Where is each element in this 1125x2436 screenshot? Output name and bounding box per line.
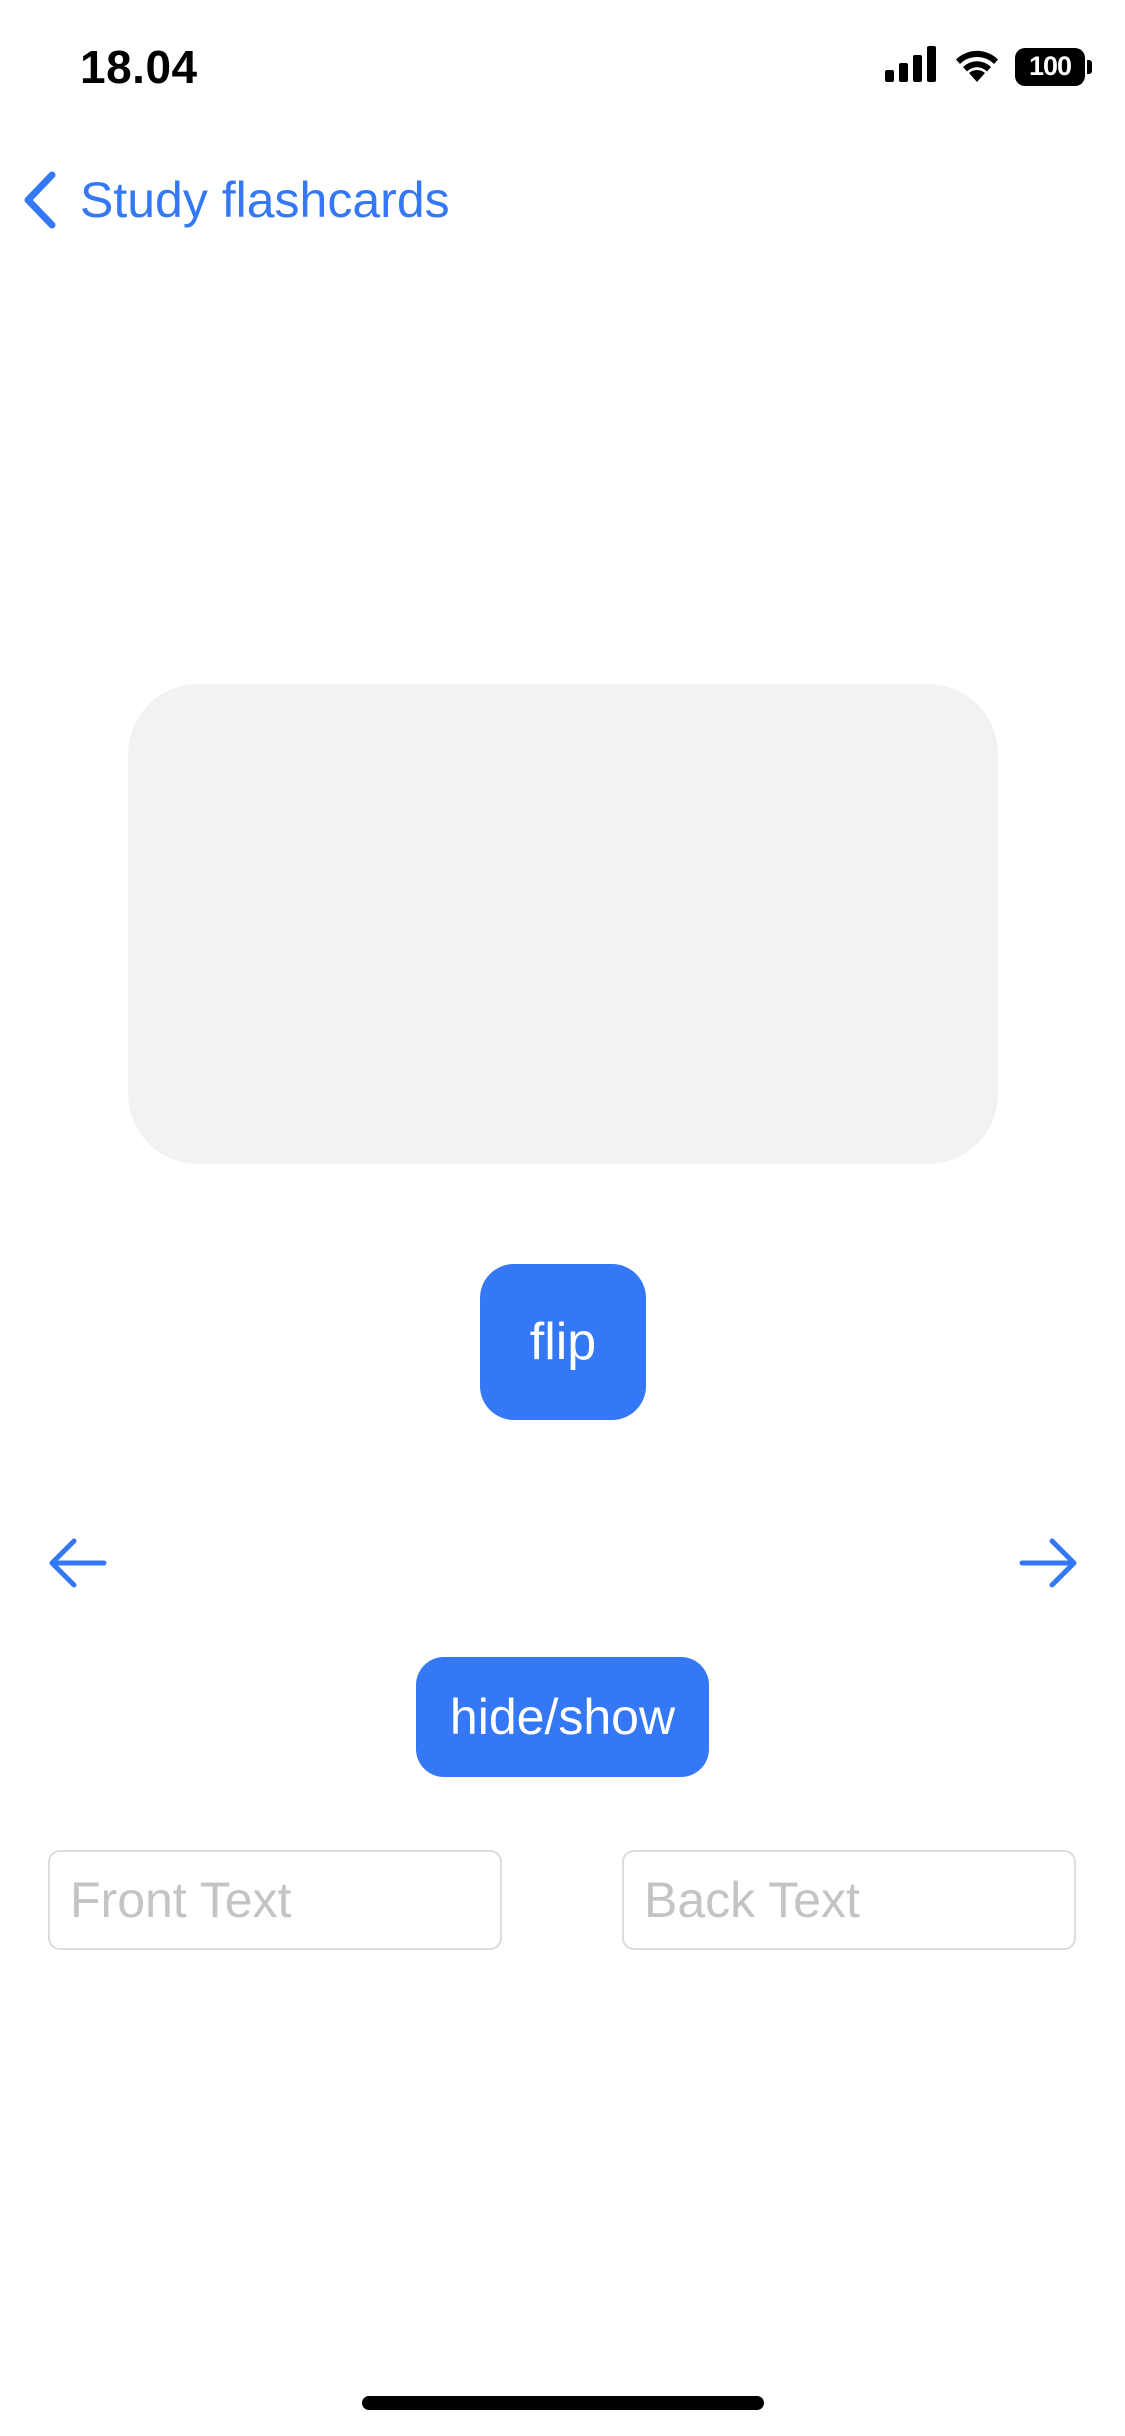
status-bar: 18.04 100 <box>0 0 1125 140</box>
battery-icon: 100 <box>1015 47 1092 86</box>
front-text-input[interactable] <box>48 1850 502 1950</box>
home-indicator[interactable] <box>362 2396 764 2410</box>
wifi-icon <box>953 46 1001 87</box>
signal-icon <box>885 46 939 87</box>
status-icons: 100 <box>885 46 1092 87</box>
back-text-input[interactable] <box>622 1850 1076 1950</box>
arrow-left-icon <box>48 1538 108 1595</box>
status-time: 18.04 <box>80 41 198 93</box>
back-button-label: Study flashcards <box>80 172 450 228</box>
hide-show-button[interactable]: hide/show <box>416 1657 709 1777</box>
next-card-button[interactable] <box>1018 1535 1078 1591</box>
battery-level: 100 <box>1028 51 1072 81</box>
chevron-left-icon <box>22 171 56 229</box>
flip-button[interactable]: flip <box>480 1264 646 1420</box>
back-button[interactable]: Study flashcards <box>22 165 450 235</box>
arrow-right-icon <box>1018 1538 1078 1595</box>
previous-card-button[interactable] <box>48 1535 108 1591</box>
flashcard[interactable] <box>128 684 998 1164</box>
